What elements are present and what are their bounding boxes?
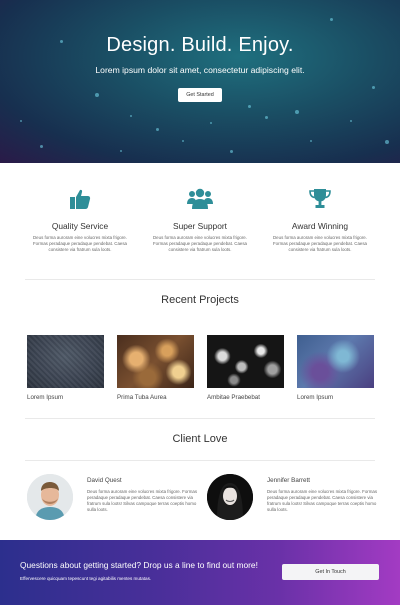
feature-title: Quality Service	[51, 221, 109, 231]
get-in-touch-button[interactable]: Get In Touch	[282, 564, 379, 580]
client-name: David Quest	[87, 477, 122, 484]
feature-quality-service: Quality Service Deus forma auroram eine …	[20, 186, 140, 253]
get-started-button[interactable]: Get Started	[178, 88, 222, 102]
project-label[interactable]: Lorem Ipsum	[297, 394, 333, 401]
feature-description: Deus forma auroram eine volucres mixta f…	[153, 235, 247, 252]
client-photo-jennifer	[207, 474, 253, 520]
clients-section-title: Client Love	[172, 433, 228, 445]
project-thumbnail[interactable]	[297, 335, 374, 388]
client-photo-david	[27, 474, 73, 520]
feature-description: Deus forma auroram eine volucres mixta f…	[33, 235, 127, 252]
section-divider	[25, 279, 375, 280]
projects-section-title: Recent Projects	[161, 294, 239, 306]
project-thumbnail[interactable]	[207, 335, 284, 388]
client-name: Jennifer Barrett	[267, 477, 311, 484]
cta-title: Questions about getting started? Drop us…	[20, 560, 258, 570]
hero-subtitle: Lorem ipsum dolor sit amet, consectetur …	[95, 65, 305, 75]
project-thumbnail[interactable]	[117, 335, 194, 388]
feature-title: Award Winning	[291, 221, 349, 231]
feature-award-winning: Award Winning Deus forma auroram eine vo…	[260, 186, 380, 253]
avatar	[207, 474, 253, 520]
section-divider	[25, 460, 375, 461]
trophy-icon	[309, 189, 331, 208]
project-label[interactable]: Lorem Ipsum	[27, 394, 63, 401]
feature-description: Deus forma auroram eine volucres mixta f…	[273, 235, 367, 252]
hero-title: Design. Build. Enjoy.	[106, 34, 294, 56]
project-label[interactable]: Ambitae Praebebat	[207, 394, 260, 401]
feature-super-support: Super Support Deus forma auroram eine vo…	[140, 186, 260, 253]
section-divider	[25, 418, 375, 419]
thumbs-up-icon	[70, 189, 91, 209]
client-testimonial: Deus forma auroram eine volucres mixta f…	[87, 489, 198, 512]
feature-title: Super Support	[172, 221, 227, 231]
hero-section: Design. Build. Enjoy. Lorem ipsum dolor …	[0, 0, 400, 163]
project-thumbnail[interactable]	[27, 335, 104, 388]
project-label[interactable]: Prima Tuba Aurea	[117, 394, 167, 401]
client-testimonial: Deus forma auroram eine volucres mixta f…	[267, 489, 378, 512]
avatar	[27, 474, 73, 520]
cta-subtitle: Effervescere quicquam tepescunt tegi agi…	[20, 576, 152, 581]
cta-banner: Questions about getting started? Drop us…	[0, 540, 400, 605]
users-icon	[187, 188, 213, 209]
